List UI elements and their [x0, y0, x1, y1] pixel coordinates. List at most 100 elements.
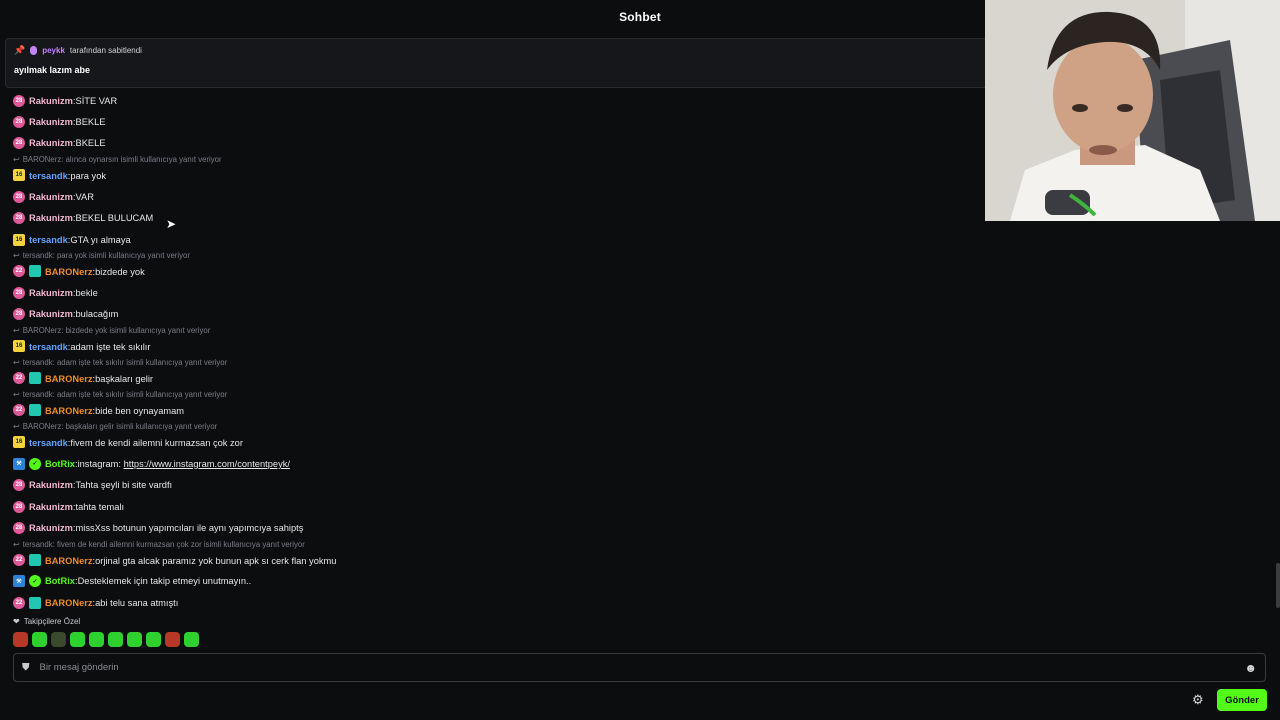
chat-message[interactable]: 28 Rakunizm: missXss botunun yapımcıları … [13, 517, 963, 538]
emote-green-face-icon[interactable] [32, 632, 47, 647]
pinned-author[interactable]: peykk [42, 46, 65, 55]
verified-badge-icon[interactable]: ✓ [29, 575, 41, 588]
emote-gamepad-icon[interactable] [127, 632, 142, 647]
sub-badge-icon[interactable] [29, 404, 41, 417]
chat-message[interactable]: 28 Rakunizm: bekle [13, 282, 963, 303]
user-badge-icon[interactable]: 22 [13, 596, 25, 609]
chat-message[interactable]: 28 Rakunizm: BKELE [13, 133, 963, 154]
user-badge-icon[interactable]: 16 [13, 233, 25, 246]
pinned-message[interactable]: 📌 peykk tarafından sabitlendi ayılmak la… [5, 38, 1005, 88]
chat-message[interactable]: ↩ tersandk: fivem de kendi ailemni kurmaz… [13, 539, 963, 571]
reply-context[interactable]: ↩ tersandk: adam işte tek sıkılır isimli … [13, 390, 227, 399]
chat-username[interactable]: BARONerz [45, 374, 93, 384]
chat-message[interactable]: ⚒ ✓ BotRix: instagram: https://www.instagr… [13, 453, 963, 474]
chat-message[interactable]: ↩ tersandk: para yok isimli kullanıcıya y… [13, 250, 963, 282]
chat-message[interactable]: 22 BARONerz: abi telu sana atmıştı [13, 592, 963, 613]
verified-badge-icon[interactable]: ✓ [29, 457, 41, 470]
settings-gear-icon[interactable]: ⚙ [1192, 692, 1204, 708]
chat-username[interactable]: Rakunizm [29, 309, 73, 319]
reply-context[interactable]: ↩ BARONerz: başkaları gelir isimli kullan… [13, 422, 217, 431]
sub-badge-icon[interactable] [29, 596, 41, 609]
chat-message[interactable]: ↩ BARONerz: başkaları gelir isimli kullan… [13, 421, 963, 453]
chat-username[interactable]: BotRix [45, 576, 75, 586]
reply-context[interactable]: ↩ tersandk: para yok isimli kullanıcıya y… [13, 251, 190, 260]
chat-scrollbar[interactable] [1276, 563, 1280, 608]
chat-message[interactable]: 28 Rakunizm: SİTE VAR [13, 90, 963, 111]
sub-badge-icon[interactable] [29, 372, 41, 385]
message-composer[interactable]: ⛊ ☻ [13, 653, 1266, 682]
user-badge-icon[interactable]: 28 [13, 287, 25, 300]
chat-username[interactable]: tersandk [29, 171, 68, 181]
chat-message[interactable]: ↩ BARONerz: bizdede yok isimli kullanıcıy… [13, 325, 963, 357]
user-badge-icon[interactable]: 16 [13, 436, 25, 449]
emote-skull-icon[interactable] [89, 632, 104, 647]
chat-username[interactable]: BARONerz [45, 598, 93, 608]
user-badge-icon[interactable]: 28 [13, 521, 25, 534]
user-badge-icon[interactable]: 28 [13, 479, 25, 492]
chat-username[interactable]: tersandk [29, 342, 68, 352]
bot-badge-icon[interactable]: ⚒ [13, 575, 25, 588]
chat-username[interactable]: BARONerz [45, 267, 93, 277]
reply-context[interactable]: ↩ BARONerz: bizdede yok isimli kullanıcıy… [13, 326, 210, 335]
chat-message[interactable]: ↩ tersandk: adam işte tek sıkılır isimli … [13, 389, 963, 421]
reply-context[interactable]: ↩ BARONerz: alınca oynarsın isimli kullan… [13, 155, 222, 164]
chat-username[interactable]: Rakunizm [29, 480, 73, 490]
chat-text: abi telu sana atmıştı [95, 597, 179, 608]
reply-context[interactable]: ↩ tersandk: fivem de kendi ailemni kurmaz… [13, 540, 305, 549]
bot-badge-icon[interactable]: ⚒ [13, 457, 25, 470]
chat-username[interactable]: Rakunizm [29, 192, 73, 202]
chat-username[interactable]: Rakunizm [29, 523, 73, 533]
emote-red-mask-icon[interactable] [13, 632, 28, 647]
emote-monkey-icon[interactable] [165, 632, 180, 647]
chat-username[interactable]: BARONerz [45, 556, 93, 566]
chat-username[interactable]: BARONerz [45, 406, 93, 416]
user-badge-icon[interactable]: 28 [13, 116, 25, 129]
user-badge-icon[interactable]: 28 [13, 190, 25, 203]
chat-username[interactable]: Rakunizm [29, 288, 73, 298]
emote-green-smile-icon[interactable] [146, 632, 161, 647]
user-badge-icon[interactable]: 28 [13, 137, 25, 150]
chat-message[interactable]: 28 Rakunizm: VAR [13, 186, 963, 207]
chat-username[interactable]: Rakunizm [29, 502, 73, 512]
chat-username[interactable]: Rakunizm [29, 96, 73, 106]
user-badge-icon[interactable]: 16 [13, 340, 25, 353]
emote-green-frog-icon[interactable] [184, 632, 199, 647]
chat-username[interactable]: Rakunizm [29, 117, 73, 127]
user-badge-icon[interactable]: 22 [13, 372, 25, 385]
chat-messages[interactable]: 28 Rakunizm: SİTE VAR 28 Rakunizm: BEKLE 28 R… [13, 90, 963, 613]
user-badge-icon[interactable]: 16 [13, 169, 25, 182]
chat-username[interactable]: tersandk [29, 438, 68, 448]
chat-text: BKELE [75, 138, 106, 149]
user-badge-icon[interactable]: 22 [13, 404, 25, 417]
chat-username[interactable]: BotRix [45, 459, 75, 469]
user-badge-icon[interactable]: 28 [13, 500, 25, 513]
chat-message[interactable]: 28 Rakunizm: bulacağım [13, 304, 963, 325]
chat-link[interactable]: https://www.instagram.com/contentpeyk/ [124, 459, 290, 469]
message-input[interactable] [39, 662, 1245, 673]
user-badge-icon[interactable]: 22 [13, 553, 25, 566]
sub-badge-icon[interactable] [29, 553, 41, 566]
sub-badge-icon[interactable] [29, 265, 41, 278]
chat-username[interactable]: Rakunizm [29, 213, 73, 223]
send-button[interactable]: Gönder [1217, 689, 1267, 711]
user-badge-icon[interactable]: 28 [13, 94, 25, 107]
emote-chat-icon[interactable] [108, 632, 123, 647]
emote-bag-icon[interactable] [51, 632, 66, 647]
chat-message[interactable]: 16 tersandk: GTA yı almaya [13, 229, 963, 250]
emoji-icon[interactable]: ☻ [1244, 661, 1257, 675]
user-badge-icon[interactable]: 28 [13, 212, 25, 225]
user-badge-icon[interactable]: 28 [13, 308, 25, 321]
chat-message[interactable]: ↩ tersandk: adam işte tek sıkılır isimli … [13, 357, 963, 389]
chat-message[interactable]: ↩ BARONerz: alınca oynarsın isimli kullan… [13, 154, 963, 186]
user-badge-icon[interactable]: 22 [13, 265, 25, 278]
emote-bar[interactable] [13, 632, 199, 647]
chat-message[interactable]: 28 Rakunizm: BEKEL BULUCAM [13, 208, 963, 229]
chat-message[interactable]: ⚒ ✓ BotRix: Desteklemek için takip etmeyi … [13, 571, 963, 592]
chat-message[interactable]: 28 Rakunizm: Tahta şeyli bi site vardfı [13, 475, 963, 496]
chat-username[interactable]: tersandk [29, 235, 68, 245]
emote-green-block-icon[interactable] [70, 632, 85, 647]
chat-message[interactable]: 28 Rakunizm: tahta temalı [13, 496, 963, 517]
reply-context[interactable]: ↩ tersandk: adam işte tek sıkılır isimli … [13, 358, 227, 367]
chat-message[interactable]: 28 Rakunizm: BEKLE [13, 111, 963, 132]
chat-username[interactable]: Rakunizm [29, 138, 73, 148]
